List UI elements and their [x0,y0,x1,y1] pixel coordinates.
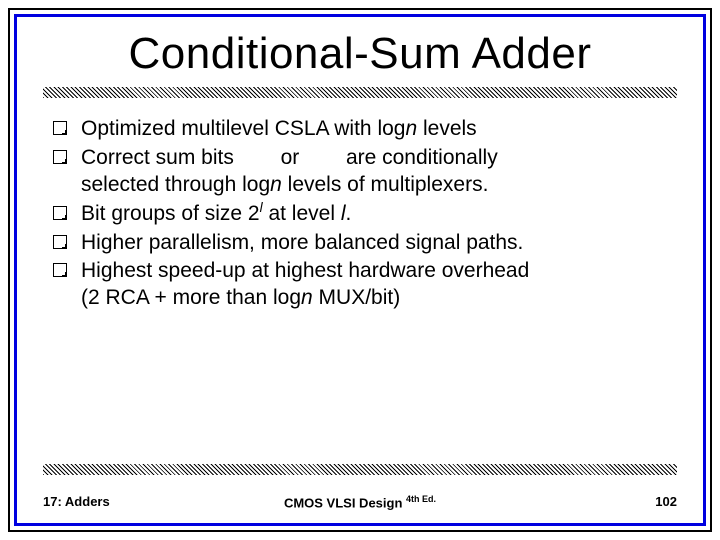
footer: 17: Adders CMOS VLSI Design 4th Ed. 102 [43,494,677,509]
text: (2 RCA + more than log [81,286,301,309]
bullet-5-text: Highest speed-up at highest hardware ove… [81,258,677,312]
bullet-box-icon [53,263,67,277]
bullet-2: Correct sum bits or are conditionally se… [53,145,677,199]
text: MUX/bit) [313,286,401,309]
slide-content: Conditional-Sum Adder Optimized multilev… [17,17,703,523]
text: Optimized multilevel CSLA with log [81,117,405,140]
var-n: n [405,117,417,140]
text: selected through log [81,173,270,196]
bullet-1-text: Optimized multilevel CSLA with logn leve… [81,116,677,143]
bullet-4: Higher parallelism, more balanced signal… [53,230,677,257]
var-n: n [301,286,313,309]
text: or [281,146,300,169]
page-number: 102 [655,494,677,509]
bullet-box-icon [53,150,67,164]
footer-center: CMOS VLSI Design 4th Ed. [43,494,677,510]
var-n: n [270,173,282,196]
text: levels of multiplexers. [282,173,489,196]
text: . [346,202,352,225]
text: are conditionally [346,146,498,169]
footer-hatch [43,464,677,475]
bullet-box-icon [53,235,67,249]
footer-left: 17: Adders [43,494,110,509]
bullet-3: Bit groups of size 2l at level l. [53,201,677,228]
text: Highest speed-up at highest hardware ove… [81,259,529,282]
bullet-1: Optimized multilevel CSLA with logn leve… [53,116,677,143]
edition: 4th Ed. [406,494,436,504]
bullet-4-text: Higher parallelism, more balanced signal… [81,230,677,257]
text: levels [417,117,477,140]
text: Bit groups of size 2 [81,202,260,225]
title-underline [43,87,677,98]
bullet-box-icon [53,206,67,220]
bullet-box-icon [53,121,67,135]
bullet-list: Optimized multilevel CSLA with logn leve… [43,116,677,312]
text: Correct sum bits [81,146,234,169]
slide-title: Conditional-Sum Adder [43,29,677,79]
book-title: CMOS VLSI Design [284,495,402,510]
bullet-5: Highest speed-up at highest hardware ove… [53,258,677,312]
bullet-3-text: Bit groups of size 2l at level l. [81,201,677,228]
text: at level [263,202,341,225]
inner-frame: Conditional-Sum Adder Optimized multilev… [14,14,706,526]
bullet-2-text: Correct sum bits or are conditionally se… [81,145,677,199]
